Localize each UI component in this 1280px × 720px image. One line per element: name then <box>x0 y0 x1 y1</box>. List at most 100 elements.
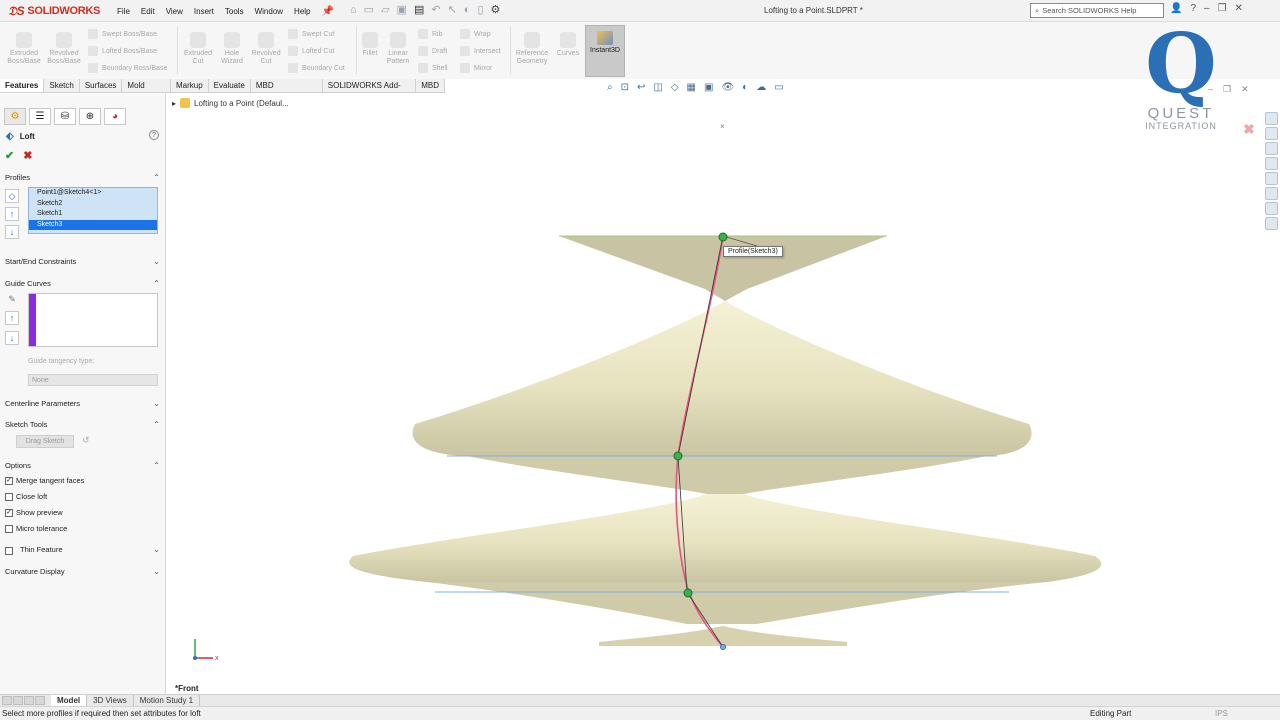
start-end-constraints-header[interactable]: Start/End Constraints ⌄ <box>0 255 166 269</box>
menu-help[interactable]: Help <box>294 7 310 16</box>
help-icon[interactable]: ? <box>1190 3 1196 14</box>
feature-tree-tab[interactable]: ⚙ <box>4 108 26 125</box>
tab-model[interactable]: Model <box>51 695 88 706</box>
app-logo[interactable]: 𝔇S SOLIDWORKS <box>8 3 100 19</box>
appearances-icon[interactable] <box>1264 172 1278 185</box>
list-item[interactable]: Sketch1 <box>29 209 157 220</box>
file-properties-icon[interactable]: ▯ <box>477 3 483 16</box>
feature-tree-root[interactable]: ▸ Lofting to a Point (Defaul... <box>172 98 289 108</box>
solidworks-resources-icon[interactable] <box>1264 112 1278 125</box>
design-library-icon[interactable] <box>1264 127 1278 140</box>
guide-move-up-button[interactable]: ↑ <box>5 311 19 325</box>
new-icon[interactable]: ▭ <box>364 3 374 16</box>
show-preview-checkbox[interactable]: ✓ Show preview <box>5 508 63 517</box>
search-help-input[interactable]: ⌕ Search SOLIDWORKS Help <box>1030 3 1164 18</box>
profiles-section-header[interactable]: Profiles ⌃ <box>0 171 166 185</box>
drag-sketch-button[interactable]: Drag Sketch <box>16 435 74 448</box>
save-icon[interactable]: ▣ <box>397 3 407 16</box>
options-header[interactable]: Options ⌃ <box>0 459 166 473</box>
zoom-to-fit-icon[interactable]: ⌕ <box>607 82 613 93</box>
doc-minimize-icon[interactable]: – <box>1208 84 1213 95</box>
minimize-icon[interactable]: – <box>1204 3 1210 14</box>
tab-mold-tools[interactable]: Mold Tools <box>122 79 171 102</box>
tab-mbd-dimensions[interactable]: MBD Dimensions <box>251 79 323 102</box>
rebuild-icon[interactable]: ◐ <box>464 4 471 16</box>
checkbox-checked[interactable]: ✓ <box>5 476 13 485</box>
menu-edit[interactable]: Edit <box>141 7 155 16</box>
doc-restore-icon[interactable]: ❐ <box>1223 84 1231 95</box>
menu-file[interactable]: File <box>117 7 130 16</box>
pin-icon[interactable]: 📌 <box>322 6 334 17</box>
extruded-cut-button[interactable]: Extruded Cut <box>180 32 216 66</box>
lofted-cut-button[interactable]: Lofted Cut <box>288 46 334 56</box>
profile-selector-icon[interactable]: ◇ <box>5 189 19 203</box>
select-icon[interactable]: ↖ <box>448 3 457 16</box>
shell-button[interactable]: Shell <box>418 63 448 73</box>
tab-surfaces[interactable]: Surfaces <box>80 79 123 92</box>
previous-view-icon[interactable]: ↩ <box>637 82 645 93</box>
guide-curve-selector-icon[interactable]: ✎ <box>5 293 19 307</box>
undo-icon[interactable]: ↶ <box>431 3 440 16</box>
connector-handle[interactable] <box>673 451 683 461</box>
point-sketch4[interactable] <box>720 644 726 650</box>
open-icon[interactable]: ▱ <box>381 3 389 16</box>
guide-tangency-select[interactable]: None <box>28 374 158 386</box>
guide-move-down-button[interactable]: ↓ <box>5 331 19 345</box>
list-item-selected[interactable]: Sketch3 <box>29 219 157 230</box>
menu-insert[interactable]: Insert <box>194 7 214 16</box>
sketch-tools-header[interactable]: Sketch Tools ⌃ <box>0 418 166 432</box>
loft-lower-lens[interactable] <box>349 494 1102 582</box>
display-style-icon[interactable]: ▣ <box>704 82 713 93</box>
checkbox-unchecked[interactable] <box>5 524 13 533</box>
list-item[interactable]: Sketch2 <box>29 199 157 210</box>
instant3d-button[interactable]: Instant3D <box>585 25 625 77</box>
tab-mbd[interactable]: MBD <box>416 79 445 92</box>
linear-pattern-button[interactable]: Linear Pattern <box>384 32 412 66</box>
tab-markup[interactable]: Markup <box>171 79 209 92</box>
edit-appearance-icon[interactable]: ◐ <box>742 82 748 93</box>
profiles-list[interactable]: Point1@Sketch4<1> Sketch2 Sketch1 Sketch… <box>28 187 158 234</box>
home-icon[interactable]: ⌂ <box>350 4 357 16</box>
forum-icon[interactable] <box>1264 202 1278 215</box>
scene-icon[interactable]: ☁ <box>756 82 766 93</box>
print-icon[interactable]: ▤ <box>414 3 424 16</box>
cancel-button[interactable]: ✖ <box>23 149 32 162</box>
doc-close-icon[interactable]: ✕ <box>1241 84 1249 95</box>
graphics-area[interactable]: × x <box>167 94 1280 694</box>
zoom-area-icon[interactable]: ⊡ <box>621 82 629 93</box>
view-settings-icon[interactable]: ▭ <box>774 82 783 93</box>
tab-evaluate[interactable]: Evaluate <box>209 79 251 92</box>
list-item[interactable]: Point1@Sketch4<1> <box>29 188 157 199</box>
swept-cut-button[interactable]: Swept Cut <box>288 29 334 39</box>
hole-wizard-button[interactable]: Hole Wizard <box>216 32 248 66</box>
options-gear-icon[interactable]: ⚙ <box>491 3 501 16</box>
menu-tools[interactable]: Tools <box>225 7 244 16</box>
tab-features[interactable]: Features <box>0 79 45 92</box>
checkbox-unchecked[interactable] <box>5 492 13 501</box>
restore-icon[interactable]: ❐ <box>1218 3 1227 14</box>
rib-button[interactable]: Rib <box>418 29 443 39</box>
prev-tab-icon[interactable] <box>13 696 23 705</box>
connector-handle[interactable] <box>683 588 693 598</box>
move-up-button[interactable]: ↑ <box>5 207 19 221</box>
last-tab-icon[interactable] <box>35 696 45 705</box>
tab-motion-study[interactable]: Motion Study 1 <box>134 695 201 706</box>
move-down-button[interactable]: ↓ <box>5 225 19 239</box>
loft-upper-lens[interactable] <box>412 301 1032 456</box>
boundary-cut-button[interactable]: Boundary Cut <box>288 63 345 73</box>
centerline-parameters-header[interactable]: Centerline Parameters ⌄ <box>0 397 166 411</box>
custom-properties-icon[interactable] <box>1264 187 1278 200</box>
tab-3d-views[interactable]: 3D Views <box>87 695 134 706</box>
close-loft-checkbox[interactable]: Close loft <box>5 492 47 501</box>
configuration-tab[interactable]: ⛁ <box>54 108 76 125</box>
hide-show-icon[interactable]: 👁 <box>721 82 734 93</box>
reference-geometry-button[interactable]: Reference Geometry <box>512 32 552 66</box>
dimxpert-tab[interactable]: ⊕ <box>79 108 101 125</box>
wrap-button[interactable]: Wrap <box>460 29 491 39</box>
lofted-boss-button[interactable]: Lofted Boss/Base <box>88 46 157 56</box>
next-tab-icon[interactable] <box>24 696 34 705</box>
tab-addins[interactable]: SOLIDWORKS Add-Ins <box>323 79 417 102</box>
close-icon[interactable]: ✕ <box>1235 3 1243 14</box>
menu-window[interactable]: Window <box>255 7 283 16</box>
section-view-icon[interactable]: ◫ <box>653 82 662 93</box>
